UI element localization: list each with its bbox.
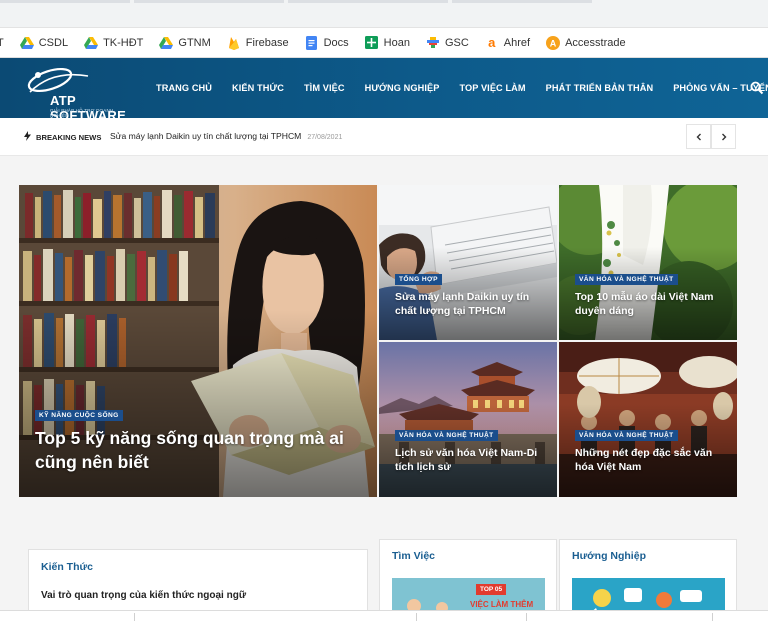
featured-title[interactable]: Lịch sử văn hóa Việt Nam-Di tích lịch sử xyxy=(395,446,545,474)
browser-tab-strip xyxy=(0,0,768,28)
bookmark-label: Accesstrade xyxy=(565,36,626,49)
search-console-icon xyxy=(426,36,440,50)
divider xyxy=(526,613,527,621)
thumb-badge: TOP 05 xyxy=(476,584,507,595)
featured-tile-aircon[interactable]: TỔNG HỢP Sửa máy lạnh Daikin uy tín chất… xyxy=(379,185,557,340)
breaking-label-text: BREAKING NEWS xyxy=(36,132,102,142)
bookmark-label: CSDL xyxy=(38,36,69,49)
tab-sliver xyxy=(288,0,448,3)
firebase-icon xyxy=(227,36,241,50)
bookmark-label: GSC xyxy=(444,36,469,49)
tab-sliver xyxy=(134,0,284,3)
bookmark-item[interactable]: Firebase xyxy=(227,28,289,57)
breaking-news-bar: BREAKING NEWS Sửa máy lạnh Daikin uy tín… xyxy=(0,118,768,156)
site-header: ATP SOFTWARE GIẢI PHÁP HỖ TRỢ DOANH NGHI… xyxy=(0,58,768,123)
search-icon[interactable] xyxy=(750,81,764,95)
divider xyxy=(712,613,713,621)
tab-sliver xyxy=(452,0,592,3)
nav-item-huong-nghiep[interactable]: HƯỚNG NGHIỆP xyxy=(365,83,440,93)
category-badge[interactable]: KỸ NĂNG CUỘC SỐNG xyxy=(35,410,123,421)
google-docs-icon xyxy=(305,35,319,50)
bookmark-label: TK-HĐT xyxy=(103,36,144,49)
bookmark-label: GTNM xyxy=(178,36,211,49)
article-title[interactable]: Vai trò quan trọng của kiến thức ngoại n… xyxy=(41,590,246,601)
chevron-left-icon[interactable] xyxy=(686,124,711,149)
google-sheets-icon xyxy=(365,36,379,50)
nav-item-tim-viec[interactable]: TÌM VIỆC xyxy=(304,83,345,93)
google-drive-icon xyxy=(19,36,34,50)
featured-title[interactable]: Những nét đẹp đặc sắc văn hóa Việt Nam xyxy=(575,446,725,474)
section-title[interactable]: Kiến Thức xyxy=(41,561,93,573)
bookmark-label: Docs xyxy=(323,36,349,49)
lightning-icon xyxy=(24,131,31,143)
category-badge[interactable]: VĂN HÓA VÀ NGHỆ THUẬT xyxy=(395,430,498,441)
divider xyxy=(416,613,417,621)
breaking-news-label: BREAKING NEWS xyxy=(24,131,101,143)
bookmark-item[interactable]: GSC xyxy=(426,28,469,57)
nav-item-top-viec-lam[interactable]: TOP VIỆC LÀM xyxy=(459,83,525,93)
breaking-headline-text: Sửa máy lạnh Daikin uy tín chất lượng tạ… xyxy=(110,131,302,141)
breaking-date: 27/08/2021 xyxy=(307,134,343,141)
bookmark-label: Hoan xyxy=(383,36,410,49)
nav-item-kien-thuc[interactable]: KIẾN THỨC xyxy=(232,83,284,93)
nav-item-trang-chu[interactable]: TRANG CHỦ xyxy=(156,83,212,93)
main-nav: TRANG CHỦ KIẾN THỨC TÌM VIỆC HƯỚNG NGHIỆ… xyxy=(156,58,768,118)
bookmark-item[interactable]: Hoan xyxy=(365,28,410,57)
svg-text:A: A xyxy=(550,38,557,48)
section-title[interactable]: Tìm Việc xyxy=(392,550,435,562)
bookmark-label: Ahref xyxy=(503,36,531,49)
chevron-right-icon[interactable] xyxy=(711,124,736,149)
google-drive-icon xyxy=(159,36,174,50)
bookmark-item[interactable]: GTNM xyxy=(159,28,211,57)
nav-item-phat-trien-ban-than[interactable]: PHÁT TRIỂN BẢN THÂN xyxy=(546,83,654,93)
category-badge[interactable]: VĂN HÓA VÀ NGHỆ THUẬT xyxy=(575,274,678,285)
divider xyxy=(134,613,135,621)
bookmark-label: Firebase xyxy=(245,36,289,49)
bookmark-label: T xyxy=(0,37,4,49)
bookmark-item[interactable]: TK-HĐT xyxy=(84,28,144,57)
bottom-strip xyxy=(0,610,768,622)
bookmark-item[interactable]: CSDL xyxy=(19,28,69,57)
featured-tile-main[interactable]: KỸ NĂNG CUỘC SỐNG Top 5 kỹ năng sống qua… xyxy=(19,185,377,497)
featured-title[interactable]: Top 10 mẫu áo dài Việt Nam duyên dáng xyxy=(575,290,725,318)
breaking-headline[interactable]: Sửa máy lạnh Daikin uy tín chất lượng tạ… xyxy=(110,131,342,141)
accesstrade-icon: A xyxy=(546,35,561,50)
bookmark-item[interactable]: a Ahref xyxy=(485,28,531,57)
logo-tagline: GIẢI PHÁP HỖ TRỢ DOANH NGHIỆP xyxy=(50,108,114,118)
featured-tile-hue[interactable]: VĂN HÓA VÀ NGHỆ THUẬT Lịch sử văn hóa Vi… xyxy=(379,342,557,497)
bookmark-item[interactable]: A Accesstrade xyxy=(546,28,626,57)
category-badge[interactable]: TỔNG HỢP xyxy=(395,274,442,285)
featured-tile-ao-dai[interactable]: VĂN HÓA VÀ NGHỆ THUẬT Top 10 mẫu áo dài … xyxy=(559,185,737,340)
ahrefs-icon: a xyxy=(488,35,496,50)
site-logo[interactable]: ATP SOFTWARE GIẢI PHÁP HỖ TRỢ DOANH NGHI… xyxy=(22,66,126,123)
bookmarks-bar: T CSDL TK-HĐT GTNM Firebase xyxy=(0,28,768,58)
breaking-news-inner: BREAKING NEWS Sửa máy lạnh Daikin uy tín… xyxy=(18,124,738,149)
google-drive-icon xyxy=(84,36,99,50)
featured-title[interactable]: Top 5 kỹ năng sống quan trọng mà ai cũng… xyxy=(35,427,365,474)
tab-sliver xyxy=(0,0,130,3)
featured-section: KỸ NĂNG CUỘC SỐNG Top 5 kỹ năng sống qua… xyxy=(0,156,768,526)
page: T CSDL TK-HĐT GTNM Firebase xyxy=(0,0,768,622)
category-badge[interactable]: VĂN HÓA VÀ NGHỆ THUẬT xyxy=(575,430,678,441)
section-title[interactable]: Hướng Nghiệp xyxy=(572,550,646,562)
bookmark-item[interactable]: Docs xyxy=(305,28,349,57)
featured-title[interactable]: Sửa máy lạnh Daikin uy tín chất lượng tạ… xyxy=(395,290,550,318)
bookmark-item[interactable]: T xyxy=(0,28,4,57)
category-sections: Kiến Thức Vai trò quan trọng của kiến th… xyxy=(0,526,768,622)
thumb-subtitle: VIỆC LÀM THÊM xyxy=(470,600,534,609)
featured-tile-culture[interactable]: VĂN HÓA VÀ NGHỆ THUẬT Những nét đẹp đặc … xyxy=(559,342,737,497)
